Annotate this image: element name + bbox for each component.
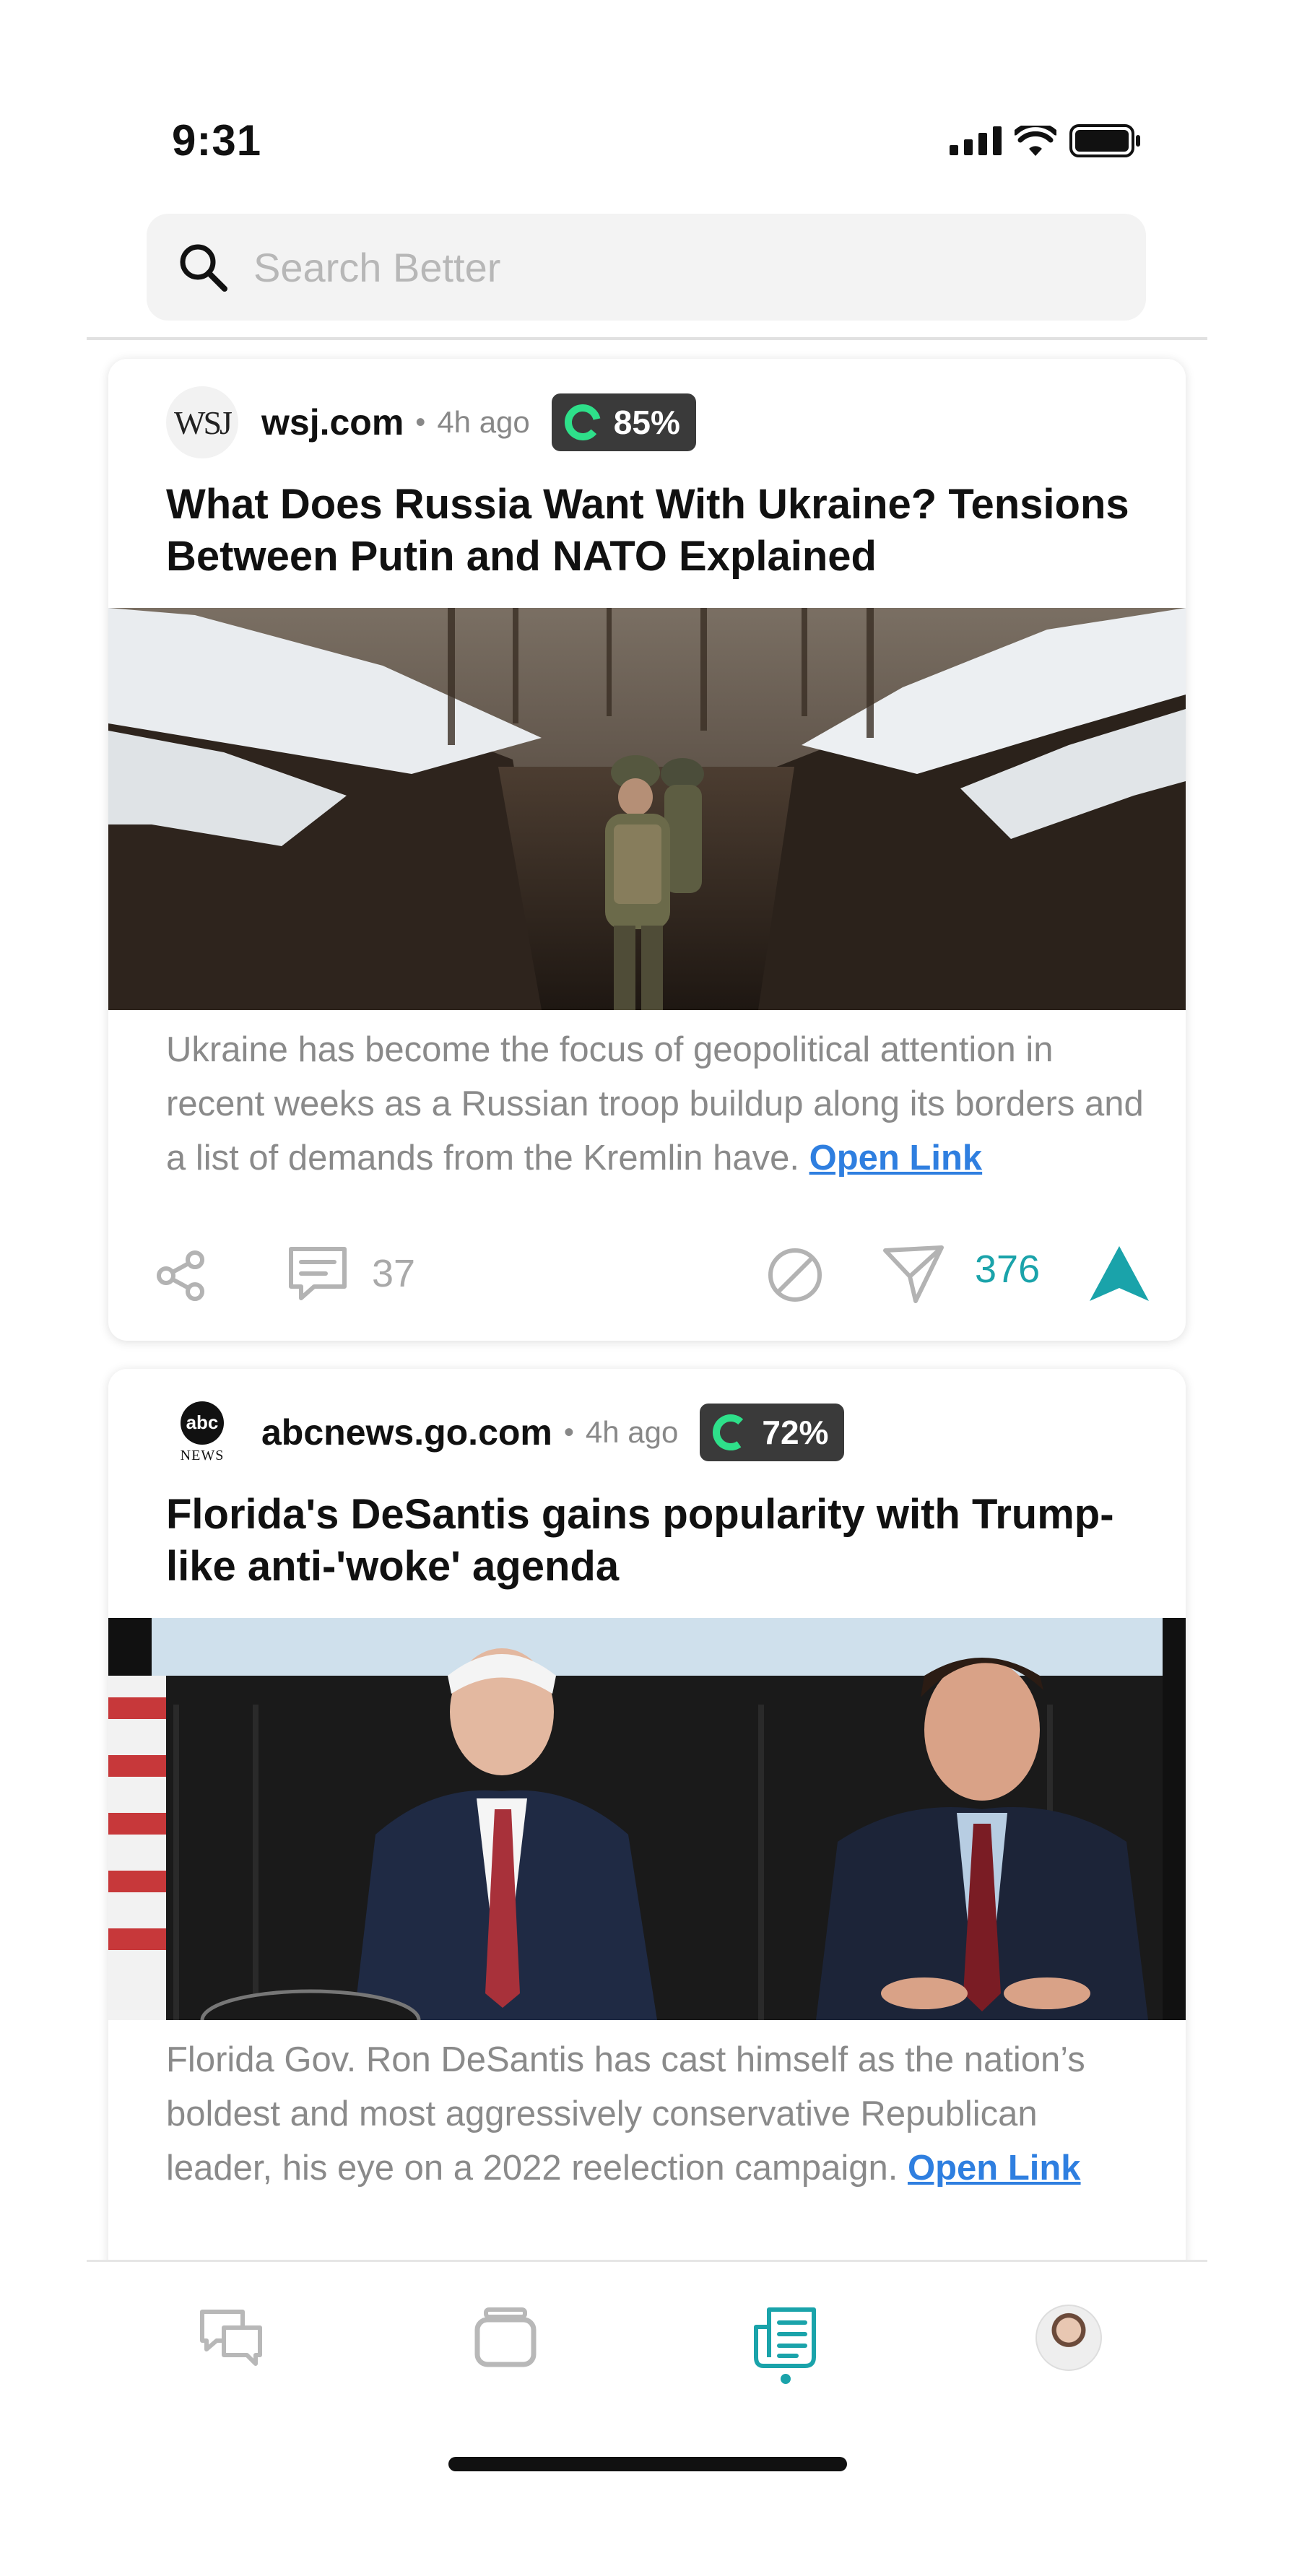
article-image[interactable]: [108, 608, 1186, 1010]
abc-logo-news: NEWS: [180, 1447, 225, 1463]
trench-photo-illustration: [108, 608, 1186, 1010]
vote-count-wrap: 376: [975, 1247, 1040, 1292]
comments-button[interactable]: 37: [285, 1243, 415, 1304]
send-button[interactable]: [881, 1243, 946, 1305]
cellular-signal-icon: [950, 126, 1002, 155]
share-icon: [157, 1250, 204, 1301]
article-summary: Ukraine has become the focus of geopolit…: [166, 1023, 1148, 1185]
article-card[interactable]: abc NEWS abcnews.go.com • 4h ago 72% Flo…: [108, 1369, 1186, 2279]
status-time: 9:31: [172, 116, 262, 165]
send-icon: [883, 1245, 944, 1303]
comment-count: 37: [372, 1252, 416, 1295]
tab-news-feed[interactable]: [750, 2302, 822, 2374]
block-button[interactable]: [765, 1245, 825, 1305]
time-ago: 4h ago: [585, 1415, 679, 1449]
source-name[interactable]: wsj.com: [261, 401, 404, 443]
tab-profile[interactable]: [1033, 2302, 1105, 2374]
source-logo: WSJ: [166, 386, 238, 458]
open-link[interactable]: Open Link: [809, 1139, 983, 1178]
news-feed-icon: [754, 2307, 816, 2368]
score-ring-icon: [713, 1414, 750, 1450]
credibility-score-badge[interactable]: 85%: [551, 393, 696, 451]
search-input[interactable]: [253, 240, 1106, 295]
upvote-count: 376: [975, 1248, 1041, 1291]
source-logo: abc NEWS: [166, 1396, 238, 1468]
upvote-button[interactable]: [1087, 1243, 1152, 1305]
search-bar[interactable]: [147, 214, 1146, 321]
article-image[interactable]: [108, 1618, 1186, 2020]
upvote-arrow-icon: [1090, 1246, 1149, 1301]
chat-icon: [200, 2310, 262, 2366]
share-button[interactable]: [152, 1247, 209, 1305]
header-divider: [87, 337, 1207, 340]
action-bar: 37 376: [152, 1232, 1149, 1305]
search-icon: [180, 244, 227, 292]
source-name[interactable]: abcnews.go.com: [261, 1411, 552, 1453]
status-icons: [950, 124, 1142, 157]
summary-text: Ukraine has become the focus of geopolit…: [166, 1030, 1144, 1178]
profile-avatar: [1035, 2305, 1102, 2371]
block-icon: [768, 1248, 822, 1302]
tab-chat[interactable]: [195, 2302, 267, 2374]
credibility-score-badge[interactable]: 72%: [700, 1404, 845, 1461]
wifi-icon: [1015, 126, 1056, 156]
open-link[interactable]: Open Link: [908, 2149, 1081, 2188]
tab-cards[interactable]: [469, 2302, 542, 2374]
bottom-tab-bar: [0, 2262, 1294, 2479]
separator-dot: •: [415, 406, 426, 438]
source-row: WSJ wsj.com • 4h ago 85%: [166, 386, 696, 458]
source-row: abc NEWS abcnews.go.com • 4h ago 72%: [166, 1396, 845, 1468]
time-ago: 4h ago: [437, 405, 530, 439]
press-photo-illustration: [108, 1618, 1186, 2020]
phone-screen: 9:31 WSJ wsj: [0, 0, 1294, 2576]
article-headline[interactable]: Florida's DeSantis gains popularity with…: [166, 1489, 1148, 1593]
battery-icon: [1069, 124, 1140, 157]
separator-dot: •: [563, 1416, 574, 1448]
article-summary: Florida Gov. Ron DeSantis has cast himse…: [166, 2033, 1148, 2196]
wsj-logo-text: WSJ: [174, 404, 233, 441]
article-card[interactable]: WSJ wsj.com • 4h ago 85% What Does Russi…: [108, 359, 1186, 1341]
score-value: 85%: [613, 404, 680, 441]
active-tab-indicator: [781, 2374, 791, 2384]
comment-icon: [289, 1247, 347, 1300]
score-value: 72%: [762, 1414, 829, 1451]
article-headline[interactable]: What Does Russia Want With Ukraine? Tens…: [166, 479, 1148, 583]
score-ring-icon: [564, 404, 601, 440]
home-indicator[interactable]: [448, 2457, 847, 2471]
abc-logo-disc: abc: [181, 1401, 224, 1445]
cards-icon: [474, 2307, 537, 2367]
